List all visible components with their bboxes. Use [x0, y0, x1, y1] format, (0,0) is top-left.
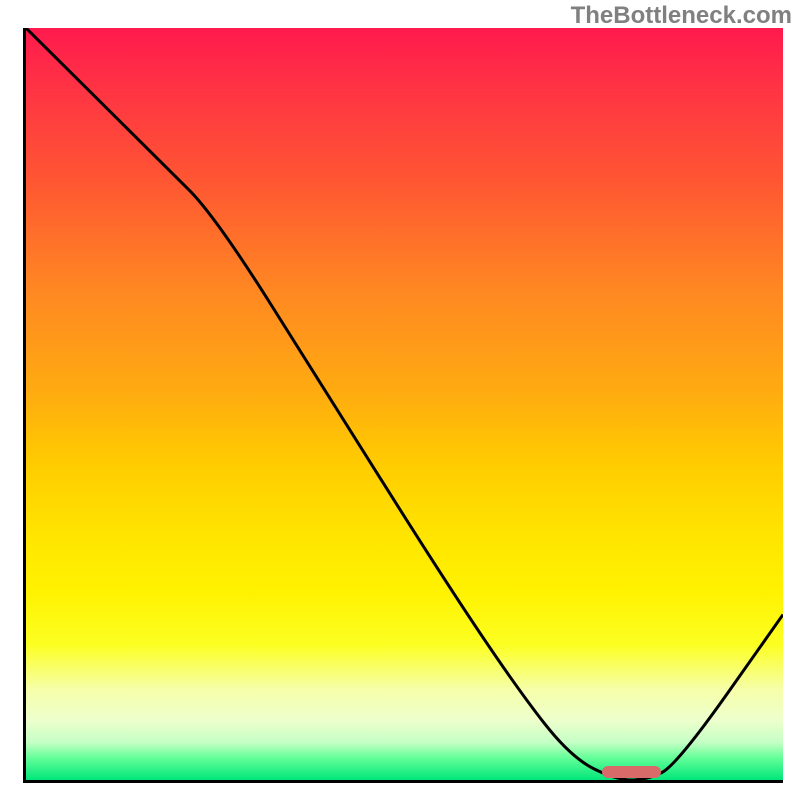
curve-path — [26, 28, 783, 780]
optimal-marker — [602, 766, 662, 778]
plot-area — [23, 28, 783, 783]
bottleneck-curve — [26, 28, 783, 780]
watermark-text: TheBottleneck.com — [571, 2, 792, 30]
chart-root: TheBottleneck.com — [0, 0, 800, 800]
